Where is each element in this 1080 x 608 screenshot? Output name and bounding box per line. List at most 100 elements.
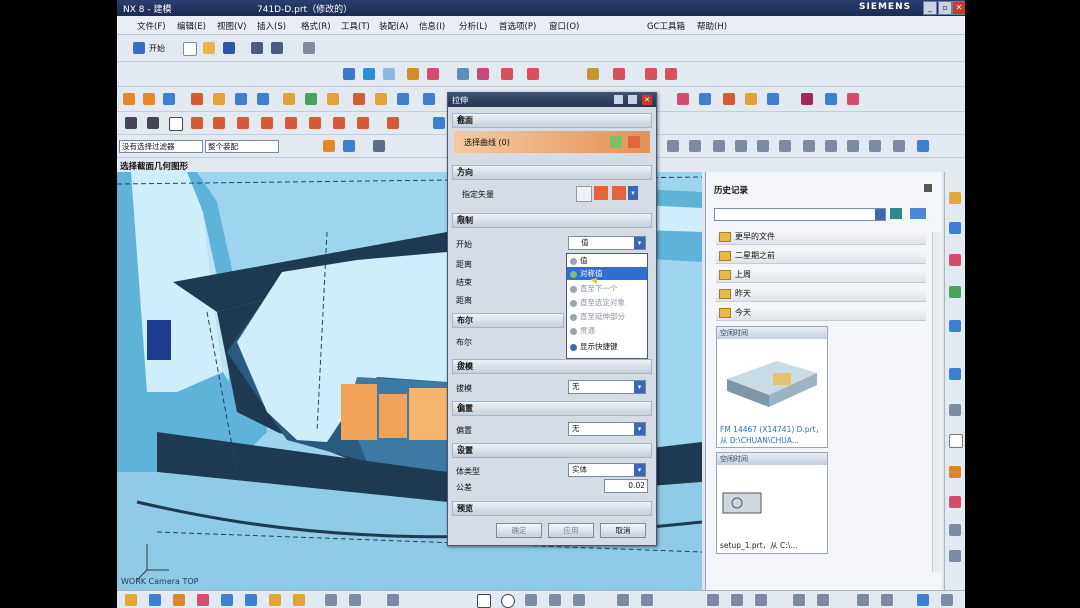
datum-plane-icon[interactable] <box>245 594 257 606</box>
menu-tools[interactable]: 工具(T) <box>341 20 370 32</box>
scope-select[interactable]: 整个装配 <box>205 140 279 153</box>
menu-preferences[interactable]: 首选项(P) <box>499 20 536 32</box>
revolve-icon[interactable] <box>143 93 155 105</box>
menu-window[interactable]: 窗口(O) <box>549 20 579 32</box>
show-constraints-icon[interactable] <box>857 594 869 606</box>
start-type-select[interactable]: 值 ▾ <box>568 236 646 250</box>
filter-select[interactable]: 没有选择过滤器 <box>119 140 203 153</box>
chevron-down-icon[interactable]: ▾ <box>634 381 645 393</box>
menu-format[interactable]: 格式(R) <box>301 20 331 32</box>
boolean-header[interactable]: 布尔 <box>452 313 564 328</box>
arc-icon[interactable] <box>147 117 159 129</box>
command-finder-icon[interactable] <box>303 42 315 54</box>
clock-icon[interactable] <box>949 404 961 416</box>
close-button[interactable]: ✕ <box>952 1 965 15</box>
edge-blend-icon[interactable] <box>327 93 339 105</box>
unite-icon[interactable] <box>423 93 435 105</box>
view-section-icon[interactable] <box>477 68 489 80</box>
line-sketch-icon[interactable] <box>325 594 337 606</box>
maximize-button[interactable]: ▫ <box>938 1 952 15</box>
history-card-setup[interactable]: 空闲时间 setup_1.prt，从 C:\... <box>716 452 828 554</box>
datum-csys-icon[interactable] <box>293 594 305 606</box>
new-file-icon[interactable] <box>183 42 197 56</box>
snap-toggle-icon[interactable] <box>125 594 137 606</box>
constraint-navigator-icon[interactable] <box>949 222 961 234</box>
back-arrow-icon[interactable] <box>890 208 902 219</box>
rotate-icon[interactable] <box>407 68 419 80</box>
menu-info[interactable]: 信息(I) <box>419 20 445 32</box>
bridge-curve-icon[interactable] <box>333 117 345 129</box>
measure-icon[interactable] <box>527 68 539 80</box>
tolerance-input[interactable]: 0.02 <box>604 479 648 493</box>
chevron-down-icon[interactable] <box>875 209 885 220</box>
cube-filter-icon[interactable] <box>917 140 929 152</box>
manufacturing-wizard-icon[interactable] <box>949 496 961 508</box>
shaded-cube-icon[interactable] <box>363 68 375 80</box>
offset-curve-icon[interactable] <box>213 117 225 129</box>
pan-icon[interactable] <box>427 68 439 80</box>
snap-arc-icon[interactable] <box>735 140 747 152</box>
dropdown-option-until-extended[interactable]: 直至延伸部分 <box>567 310 647 323</box>
history-group-older[interactable]: 更早的文件 <box>716 230 926 245</box>
wireframe-cube-icon[interactable] <box>383 68 395 80</box>
trim-body-icon[interactable] <box>397 93 409 105</box>
redo-icon[interactable] <box>271 42 283 54</box>
dialog-close-icon[interactable]: ✕ <box>642 95 652 105</box>
constraint-sketch-icon[interactable] <box>793 594 805 606</box>
menu-view[interactable]: 视图(V) <box>217 20 246 32</box>
point-constructor-icon[interactable] <box>173 594 185 606</box>
extrude-icon[interactable] <box>123 93 135 105</box>
chamfer-sketch-icon[interactable] <box>573 594 585 606</box>
history-group-two-weeks[interactable]: 二星期之前 <box>716 249 926 264</box>
datum-axis-icon[interactable] <box>269 594 281 606</box>
chamfer-icon[interactable] <box>353 93 365 105</box>
dropdown-option-value[interactable]: 值 <box>567 254 647 267</box>
shell-icon[interactable] <box>375 93 387 105</box>
hole-icon[interactable] <box>191 93 203 105</box>
offset-face-icon[interactable] <box>723 93 735 105</box>
extend-sketch-icon[interactable] <box>731 594 743 606</box>
dimension-sketch-icon[interactable] <box>817 594 829 606</box>
undo-icon[interactable] <box>251 42 263 54</box>
line-icon[interactable] <box>125 117 137 129</box>
reuse-library-icon[interactable] <box>949 286 961 298</box>
corner-sketch-icon[interactable] <box>755 594 767 606</box>
sketch-icon[interactable] <box>433 117 445 129</box>
snap-midpoint-icon[interactable] <box>689 140 701 152</box>
settings-header[interactable]: 设置 ⌃ <box>452 443 652 458</box>
dropdown-option-through-all[interactable]: 贯通 <box>567 324 647 337</box>
vector-dropdown-icon[interactable]: ▾ <box>628 186 638 200</box>
start-icon[interactable] <box>133 42 145 54</box>
rectangle-icon[interactable] <box>169 117 183 131</box>
background-icon[interactable] <box>587 68 599 80</box>
open-folder-icon[interactable] <box>203 42 215 54</box>
reverse-direction-icon[interactable] <box>576 186 592 202</box>
sketch-settings-icon[interactable] <box>917 594 929 606</box>
arc-sketch-icon[interactable] <box>349 594 361 606</box>
snap-center-icon[interactable] <box>779 140 791 152</box>
grid-icon[interactable] <box>387 594 399 606</box>
layer-icon[interactable] <box>613 68 625 80</box>
body-type-select[interactable]: 实体 ▾ <box>568 463 646 477</box>
spline-icon[interactable] <box>191 117 203 129</box>
orient-view-icon[interactable] <box>221 594 233 606</box>
reset-icon[interactable] <box>614 95 623 104</box>
ok-button[interactable]: 确定 <box>496 523 542 538</box>
divide-curve-icon[interactable] <box>387 117 399 129</box>
dropdown-option-show-shortcuts[interactable]: 显示快捷键 <box>567 340 647 353</box>
reset-snap-icon[interactable] <box>893 140 905 152</box>
limits-header[interactable]: 限制 ⌃ <box>452 213 652 228</box>
offset-select[interactable]: 无 ▾ <box>568 422 646 436</box>
minimize-button[interactable]: _ <box>923 1 937 15</box>
polygon-sketch-icon[interactable] <box>525 594 537 606</box>
snap-endpoint-icon[interactable] <box>667 140 679 152</box>
sew-icon[interactable] <box>767 93 779 105</box>
select-cursor-icon[interactable] <box>323 140 335 152</box>
preview-header[interactable]: 预览 ⌄ <box>452 501 652 516</box>
process-studio-icon[interactable] <box>949 466 961 478</box>
analysis-icon[interactable] <box>501 68 513 80</box>
menu-help[interactable]: 帮助(H) <box>697 20 727 32</box>
curve-select-icon[interactable] <box>628 136 640 148</box>
trim-sketch-icon[interactable] <box>707 594 719 606</box>
snap-line-icon[interactable] <box>713 140 725 152</box>
